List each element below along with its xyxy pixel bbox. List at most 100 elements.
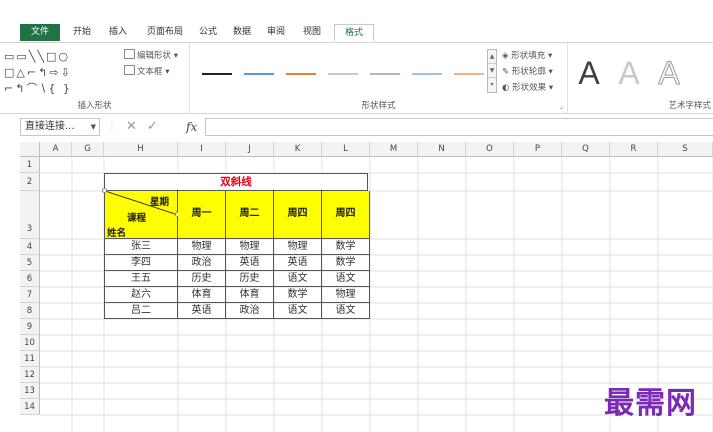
diagonal-header-cell[interactable]: 星期 课程 姓名: [102, 188, 180, 239]
column-header-n[interactable]: N: [418, 142, 466, 157]
column-header-l[interactable]: L: [322, 142, 370, 157]
course-cell[interactable]: 语文: [322, 271, 370, 287]
chevron-down-icon[interactable]: ▼: [91, 119, 96, 135]
day-header-cell[interactable]: 周四: [274, 191, 322, 239]
row-header-5[interactable]: 5: [20, 255, 40, 271]
shape-styles-scroll[interactable]: ▲ ▼ ▾: [487, 49, 497, 93]
course-cell[interactable]: 政治: [178, 255, 226, 271]
edit-shape-button[interactable]: 编辑形状 ▾: [124, 49, 178, 61]
shape-style-swatch[interactable]: [244, 73, 274, 75]
student-name-cell[interactable]: 李四: [104, 255, 178, 271]
row-header-2[interactable]: 2: [20, 173, 40, 191]
course-cell[interactable]: 体育: [226, 287, 274, 303]
select-all-corner[interactable]: [20, 142, 40, 157]
course-cell[interactable]: 政治: [226, 303, 274, 319]
course-cell[interactable]: 数学: [274, 287, 322, 303]
course-cell[interactable]: 英语: [226, 255, 274, 271]
tab-format[interactable]: 格式: [334, 24, 374, 41]
column-header-a[interactable]: A: [40, 142, 72, 157]
row-header-3[interactable]: 3: [20, 191, 40, 239]
scroll-down-icon[interactable]: ▼: [488, 64, 496, 78]
course-cell[interactable]: 英语: [274, 255, 322, 271]
wordart-style-1[interactable]: A: [572, 53, 606, 93]
shape-style-swatch[interactable]: [286, 73, 316, 75]
student-name-cell[interactable]: 张三: [104, 239, 178, 255]
tab-home[interactable]: 开始: [66, 24, 98, 41]
insert-function-button[interactable]: fx: [186, 118, 197, 136]
tab-data[interactable]: 数据: [228, 24, 256, 41]
course-cell[interactable]: 英语: [178, 303, 226, 319]
tab-page-layout[interactable]: 页面布局: [140, 24, 190, 41]
course-cell[interactable]: 语文: [322, 303, 370, 319]
column-header-k[interactable]: K: [274, 142, 322, 157]
course-cell[interactable]: 语文: [274, 271, 322, 287]
row-header-12[interactable]: 12: [20, 367, 40, 383]
column-header-r[interactable]: R: [610, 142, 658, 157]
shape-style-swatch[interactable]: [412, 73, 442, 75]
gallery-more-icon[interactable]: ▾: [488, 78, 496, 92]
ribbon: ▭▭╲╲□○ □△⌐↰⇨⇩ ⌐↰⌒∖{ } 编辑形状 ▾ 文本框 ▾ 插入形状 ▲ …: [0, 42, 713, 114]
row-header-9[interactable]: 9: [20, 319, 40, 335]
course-cell[interactable]: 体育: [178, 287, 226, 303]
wordart-style-2[interactable]: A: [612, 53, 646, 93]
column-header-q[interactable]: Q: [562, 142, 610, 157]
student-name-cell[interactable]: 王五: [104, 271, 178, 287]
course-cell[interactable]: 历史: [226, 271, 274, 287]
column-header-m[interactable]: M: [370, 142, 418, 157]
shape-handle[interactable]: [102, 188, 107, 193]
column-header-h[interactable]: H: [104, 142, 178, 157]
shape-effects-button[interactable]: ◐ 形状效果 ▾: [502, 81, 553, 93]
row-header-7[interactable]: 7: [20, 287, 40, 303]
shape-fill-button[interactable]: ◈ 形状填充 ▾: [502, 49, 552, 61]
row-header-10[interactable]: 10: [20, 335, 40, 351]
tab-insert[interactable]: 插入: [102, 24, 134, 41]
scroll-up-icon[interactable]: ▲: [488, 50, 496, 64]
course-cell[interactable]: 物理: [322, 287, 370, 303]
column-header-j[interactable]: J: [226, 142, 274, 157]
row-header-13[interactable]: 13: [20, 383, 40, 399]
group-label-wordart: 艺术字样式: [668, 101, 711, 111]
row-header-4[interactable]: 4: [20, 239, 40, 255]
shape-style-swatch[interactable]: [328, 73, 358, 75]
course-cell[interactable]: 语文: [274, 303, 322, 319]
column-header-p[interactable]: P: [514, 142, 562, 157]
course-cell[interactable]: 物理: [274, 239, 322, 255]
day-header-cell[interactable]: 周二: [226, 191, 274, 239]
shape-outline-button[interactable]: ✎ 形状轮廓 ▾: [502, 65, 553, 77]
wordart-style-3[interactable]: A: [652, 53, 686, 93]
course-cell[interactable]: 物理: [226, 239, 274, 255]
row-header-11[interactable]: 11: [20, 351, 40, 367]
name-box[interactable]: 直接连接... ▼: [20, 118, 100, 136]
tab-formulas[interactable]: 公式: [194, 24, 222, 41]
text-box-button[interactable]: 文本框 ▾: [124, 65, 169, 77]
shape-style-swatch[interactable]: [454, 73, 484, 75]
column-header-s[interactable]: S: [658, 142, 713, 157]
day-header-cell[interactable]: 周四: [322, 191, 370, 239]
course-cell[interactable]: 物理: [178, 239, 226, 255]
dialog-launcher-icon[interactable]: ⌟: [560, 102, 563, 110]
shapes-gallery[interactable]: ▭▭╲╲□○ □△⌐↰⇨⇩ ⌐↰⌒∖{ }: [4, 49, 104, 97]
course-cell[interactable]: 数学: [322, 255, 370, 271]
cancel-icon[interactable]: ✕: [126, 119, 147, 134]
day-header-cell[interactable]: 周一: [178, 191, 226, 239]
table-title[interactable]: 双斜线: [104, 173, 368, 191]
row-header-14[interactable]: 14: [20, 399, 40, 415]
column-header-o[interactable]: O: [466, 142, 514, 157]
course-cell[interactable]: 数学: [322, 239, 370, 255]
tab-review[interactable]: 审阅: [262, 24, 290, 41]
student-name-cell[interactable]: 吕二: [104, 303, 178, 319]
row-header-6[interactable]: 6: [20, 271, 40, 287]
column-header-i[interactable]: I: [178, 142, 226, 157]
row-header-8[interactable]: 8: [20, 303, 40, 319]
shape-style-swatch[interactable]: [370, 73, 400, 75]
confirm-icon[interactable]: ✓: [147, 119, 168, 134]
shape-style-swatch[interactable]: [202, 73, 232, 75]
course-cell[interactable]: 历史: [178, 271, 226, 287]
tab-view[interactable]: 视图: [298, 24, 326, 41]
column-header-g[interactable]: G: [72, 142, 104, 157]
formula-input[interactable]: [205, 118, 713, 136]
group-label-insert-shapes: 插入形状: [77, 101, 112, 111]
row-header-1[interactable]: 1: [20, 157, 40, 173]
student-name-cell[interactable]: 赵六: [104, 287, 178, 303]
tab-file[interactable]: 文件: [20, 24, 60, 41]
